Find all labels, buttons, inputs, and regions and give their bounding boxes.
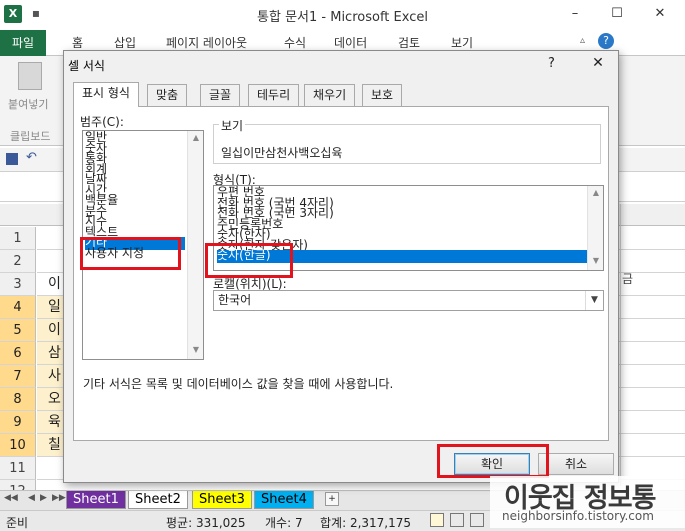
clipboard-group-label: 클립보드 (10, 130, 51, 143)
row-header[interactable]: 9 (0, 411, 36, 434)
row-header[interactable]: 8 (0, 388, 36, 411)
new-sheet-icon[interactable]: + (325, 492, 339, 506)
status-ready: 준비 (6, 516, 29, 530)
row-header[interactable]: 1 (0, 227, 36, 250)
tab-page-layout[interactable]: 페이지 레이아웃 (166, 34, 247, 51)
scroll-up-icon[interactable]: ▲ (188, 133, 203, 142)
tab-font[interactable]: 글꼴 (200, 84, 241, 106)
save-icon[interactable] (6, 153, 18, 165)
gridline (610, 295, 685, 296)
row-header[interactable]: 10 (0, 434, 36, 457)
prev-sheet-icon[interactable]: ◀ (28, 493, 35, 503)
row-header[interactable]: 6 (0, 342, 36, 365)
page-break-view-icon[interactable] (470, 513, 484, 527)
row-header[interactable]: 3 (0, 273, 36, 296)
tab-border[interactable]: 테두리 (248, 84, 300, 106)
tab-alignment[interactable]: 맞춤 (147, 84, 188, 106)
category-scrollbar[interactable]: ▲ ▼ (187, 131, 203, 359)
gridline (610, 456, 685, 457)
sheet-tab-4[interactable]: Sheet4 (254, 491, 314, 509)
next-sheet-icon[interactable]: ▶ (40, 493, 47, 503)
dialog-help-button[interactable]: ? (548, 56, 555, 71)
page-layout-view-icon[interactable] (450, 513, 464, 527)
help-icon[interactable]: ? (598, 33, 614, 49)
sheet-tab-1[interactable]: Sheet1 (66, 491, 126, 509)
sample-label: 보기 (219, 117, 246, 134)
chevron-down-icon[interactable]: ▼ (585, 291, 603, 310)
close-button[interactable]: ✕ (640, 2, 680, 26)
tab-view[interactable]: 보기 (451, 34, 473, 51)
first-sheet-icon[interactable]: ◀◀ (4, 493, 18, 503)
row-header[interactable]: 2 (0, 250, 36, 273)
gridline (610, 387, 685, 388)
sample-value: 일십이만삼천사백오십육 (221, 146, 343, 160)
scroll-down-icon[interactable]: ▼ (188, 345, 203, 354)
last-sheet-icon[interactable]: ▶▶ (52, 493, 66, 503)
tab-home[interactable]: 홈 (72, 34, 83, 51)
sheet-tab-3[interactable]: Sheet3 (192, 491, 252, 509)
watermark-url: neighborsinfo.tistory.com (502, 509, 654, 523)
format-description: 기타 서식은 목록 및 데이터베이스 값을 찾을 때에 사용합니다. (83, 377, 394, 391)
dialog-close-button[interactable]: ✕ (580, 51, 616, 75)
tab-formulas[interactable]: 수식 (284, 34, 306, 51)
tab-protection[interactable]: 보호 (362, 84, 403, 106)
scroll-down-icon[interactable]: ▼ (588, 256, 603, 265)
paste-icon[interactable] (18, 62, 42, 90)
tab-data[interactable]: 데이터 (334, 34, 367, 51)
highlight-category-box (80, 237, 181, 270)
gridline (610, 272, 685, 273)
row-header[interactable]: 7 (0, 365, 36, 388)
gridline (610, 364, 685, 365)
tab-review[interactable]: 검토 (398, 34, 420, 51)
watermark: 이웃집 정보통 neighborsinfo.tistory.com (490, 476, 685, 528)
maximize-button[interactable]: ☐ (597, 2, 637, 26)
locale-value: 한국어 (218, 293, 252, 307)
tab-number-format[interactable]: 표시 형식 (73, 82, 139, 107)
type-scrollbar[interactable]: ▲ ▼ (587, 186, 603, 270)
status-count: 개수: 7 (265, 516, 303, 530)
undo-icon[interactable]: ↶ (26, 150, 37, 165)
locale-select[interactable]: 한국어 ▼ (213, 290, 604, 311)
gridline (610, 410, 685, 411)
cancel-button[interactable]: 취소 (538, 453, 614, 475)
gridline (610, 318, 685, 319)
sheet-tab-2[interactable]: Sheet2 (128, 491, 188, 509)
row-header[interactable]: 4 (0, 296, 36, 319)
category-label: 범주(C): (80, 115, 124, 129)
gridline (620, 204, 621, 486)
title-bar: X ▪ 통합 문서1 - Microsoft Excel – ☐ ✕ (0, 0, 685, 30)
highlight-ok-box (437, 444, 549, 478)
scroll-up-icon[interactable]: ▲ (588, 188, 603, 197)
tab-insert[interactable]: 삽입 (114, 34, 136, 51)
dialog-title: 셀 서식 (68, 59, 105, 73)
normal-view-icon[interactable] (430, 513, 444, 527)
status-sum: 합계: 2,317,175 (320, 516, 412, 530)
highlight-type-box (205, 243, 293, 278)
minimize-button[interactable]: – (555, 2, 595, 26)
row-header[interactable]: 11 (0, 457, 36, 480)
minimize-ribbon-icon[interactable]: ▵ (580, 35, 585, 46)
gridline (610, 433, 685, 434)
gridline (610, 249, 685, 250)
number-format-panel: 범주(C): 일반 숫자 통화 회계 날짜 시간 백분율 분수 지수 텍스트 기타 사용자 지정 ▲ … (73, 106, 609, 441)
paste-button[interactable]: 붙여넣기 (8, 96, 48, 112)
tab-file[interactable]: 파일 (0, 30, 46, 56)
tab-fill[interactable]: 채우기 (304, 84, 356, 106)
status-average: 평균: 331,025 (166, 516, 246, 530)
gridline (610, 341, 685, 342)
row-header[interactable]: 5 (0, 319, 36, 342)
